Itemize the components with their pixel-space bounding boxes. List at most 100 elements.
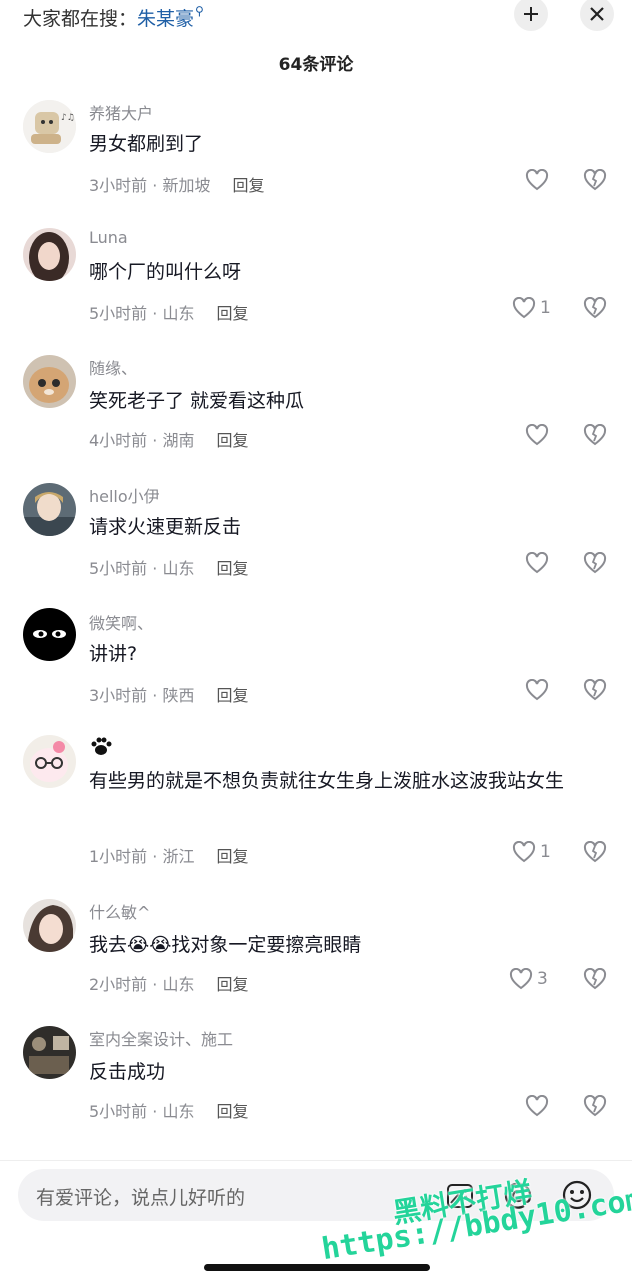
time-location: 2小时前 · 山东 (89, 975, 195, 994)
heart-icon (525, 552, 549, 574)
reply-button[interactable]: 回复 (216, 1102, 248, 1121)
reply-button[interactable]: 回复 (216, 431, 248, 450)
heart-icon (512, 841, 536, 863)
dislike-button[interactable] (583, 168, 607, 195)
avatar[interactable] (23, 483, 76, 536)
broken-heart-icon (583, 551, 607, 574)
broken-heart-icon (583, 296, 607, 319)
heart-icon (512, 297, 536, 319)
comment-item: hello小伊 请求火速更新反击 5小时前 · 山东 回复 (0, 481, 632, 591)
search-keyword[interactable]: 朱某豪 (137, 8, 194, 30)
like-button[interactable]: 3 (509, 968, 548, 990)
dislike-button[interactable] (583, 840, 607, 867)
comment-meta: 5小时前 · 山东 回复 (89, 555, 248, 579)
comment-item: 微笑啊、 讲讲? 3小时前 · 陕西 回复 (0, 608, 632, 718)
heart-icon (525, 169, 549, 191)
comment-meta: 4小时前 · 湖南 回复 (89, 427, 248, 451)
comment-item: 随缘、 笑死老子了 就爱看这种瓜 4小时前 · 湖南 回复 (0, 353, 632, 463)
reply-button[interactable]: 回复 (216, 559, 248, 578)
avatar[interactable] (23, 735, 76, 788)
like-count: 1 (540, 842, 551, 862)
broken-heart-icon (583, 168, 607, 191)
broken-heart-icon (583, 967, 607, 990)
broken-heart-icon (583, 678, 607, 701)
dislike-button[interactable] (583, 1094, 607, 1121)
dislike-button[interactable] (583, 678, 607, 705)
time-location: 5小时前 · 山东 (89, 304, 195, 323)
commenter-name[interactable]: hello小伊 (89, 483, 160, 507)
like-count: 3 (537, 969, 548, 989)
heart-icon (525, 679, 549, 701)
avatar[interactable] (23, 608, 76, 661)
comment-meta: 1小时前 · 浙江 回复 (89, 843, 248, 867)
reply-button[interactable]: 回复 (216, 975, 248, 994)
time-location: 5小时前 · 山东 (89, 1102, 195, 1121)
avatar[interactable] (23, 899, 76, 952)
commenter-name[interactable]: 微笑啊、 (89, 610, 153, 634)
comment-text: 我去😭😭找对象一定要擦亮眼睛 (89, 934, 362, 956)
comment-count: 64条评论 (278, 55, 354, 75)
like-button[interactable] (525, 424, 553, 446)
comment-text: 请求火速更新反击 (89, 516, 242, 538)
commenter-name[interactable]: 什么敏^ (89, 899, 150, 923)
comment-input-bar: 有爱评论，说点儿好听的 黑料不打烊 https://bbdy10.com (0, 1160, 632, 1281)
broken-heart-icon (583, 840, 607, 863)
comment-item: Luna 哪个厂的叫什么呀 5小时前 · 山东 回复 1 (0, 226, 632, 336)
dislike-button[interactable] (583, 296, 607, 323)
time-location: 5小时前 · 山东 (89, 559, 195, 578)
broken-heart-icon (583, 423, 607, 446)
paw-icon (91, 737, 112, 755)
like-button[interactable]: 1 (512, 297, 551, 319)
heart-icon (509, 968, 533, 990)
comment-meta: 2小时前 · 山东 回复 (89, 971, 248, 995)
comment-item: 什么敏^ 我去😭😭找对象一定要擦亮眼睛 2小时前 · 山东 回复 3 (0, 897, 632, 1007)
close-button[interactable] (580, 0, 614, 31)
search-icon: ⚲ (195, 4, 204, 18)
collapse-button[interactable] (514, 0, 548, 31)
close-icon (590, 7, 604, 21)
reply-button[interactable]: 回复 (232, 176, 264, 195)
time-location: 3小时前 · 陕西 (89, 686, 195, 705)
comment-text: 讲讲? (89, 643, 138, 665)
commenter-name[interactable]: 养猪大户 (89, 100, 153, 124)
avatar[interactable] (23, 1026, 76, 1079)
like-button[interactable] (525, 169, 553, 191)
reply-button[interactable]: 回复 (216, 304, 248, 323)
like-button[interactable] (525, 1095, 553, 1117)
time-location: 3小时前 · 新加坡 (89, 176, 211, 195)
comment-meta: 5小时前 · 山东 回复 (89, 300, 248, 324)
avatar[interactable] (23, 355, 76, 408)
comment-text: 有些男的就是不想负责就往女生身上泼脏水这波我站女生 (89, 770, 565, 792)
search-suggestion[interactable]: 大家都在搜：朱某豪⚲ (23, 4, 204, 31)
dislike-button[interactable] (583, 423, 607, 450)
commenter-name[interactable] (89, 735, 113, 761)
comment-meta: 3小时前 · 新加坡 回复 (89, 172, 264, 196)
search-prefix: 大家都在搜： (23, 8, 138, 30)
reply-button[interactable]: 回复 (216, 686, 248, 705)
dislike-button[interactable] (583, 551, 607, 578)
comment-text: 笑死老子了 就爱看这种瓜 (89, 390, 305, 412)
like-count: 1 (540, 298, 551, 318)
like-button[interactable] (525, 552, 553, 574)
time-location: 4小时前 · 湖南 (89, 431, 195, 450)
like-button[interactable] (525, 679, 553, 701)
comment-text: 男女都刷到了 (89, 133, 204, 155)
heart-icon (525, 1095, 549, 1117)
top-bar: 大家都在搜：朱某豪⚲ (0, 0, 632, 32)
home-indicator[interactable] (204, 1264, 430, 1271)
time-location: 1小时前 · 浙江 (89, 847, 195, 866)
avatar[interactable]: ♪♫ (23, 100, 76, 153)
like-button[interactable]: 1 (512, 841, 551, 863)
comment-input-placeholder: 有爱评论，说点儿好听的 (36, 1187, 246, 1209)
broken-heart-icon (583, 1094, 607, 1117)
commenter-name[interactable]: 随缘、 (89, 355, 137, 379)
commenter-name[interactable]: 室内全案设计、施工 (89, 1026, 233, 1050)
comment-text: 反击成功 (89, 1061, 166, 1083)
comment-text: 哪个厂的叫什么呀 (89, 261, 242, 283)
commenter-name[interactable]: Luna (89, 228, 128, 247)
comment-item: ♪♫ 养猪大户 男女都刷到了 3小时前 · 新加坡 回复 (0, 98, 632, 208)
comment-item: 室内全案设计、施工 反击成功 5小时前 · 山东 回复 (0, 1024, 632, 1134)
avatar[interactable] (23, 228, 76, 281)
dislike-button[interactable] (583, 967, 607, 994)
reply-button[interactable]: 回复 (216, 847, 248, 866)
